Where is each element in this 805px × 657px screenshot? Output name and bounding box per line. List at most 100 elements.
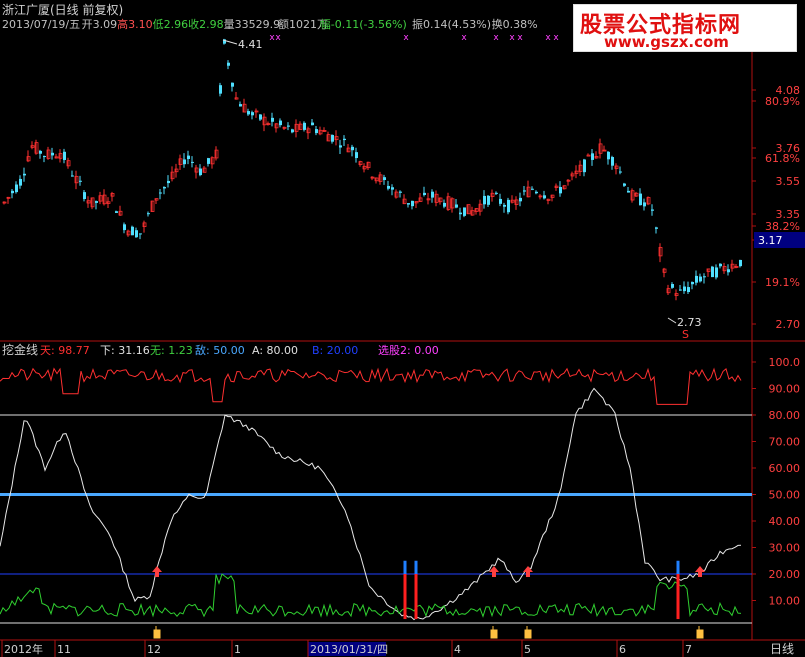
candle-up bbox=[586, 154, 591, 157]
header-quote-item: 2013/07/19/五 bbox=[2, 18, 80, 31]
indicator-axis-label: 100.0 bbox=[769, 356, 801, 369]
price-axis-label: 80.9% bbox=[765, 95, 800, 108]
candle-down bbox=[159, 192, 162, 194]
candle-down bbox=[715, 267, 718, 278]
indicator-axis-label: 70.00 bbox=[769, 436, 801, 449]
candle-down bbox=[95, 201, 98, 203]
indicator-name: 挖金线 bbox=[2, 342, 38, 357]
header-quote-item: 低2.96 bbox=[153, 18, 189, 31]
candle-down bbox=[703, 276, 706, 278]
sell-signal-marker: S bbox=[682, 328, 689, 341]
date-axis-label: 12 bbox=[147, 643, 161, 656]
date-axis-label: 6 bbox=[619, 643, 626, 656]
candle-down bbox=[287, 125, 290, 127]
candle-down bbox=[727, 269, 730, 273]
chart-title: 浙江广厦(日线 前复权) bbox=[2, 2, 123, 17]
signal-x-mark: x bbox=[517, 33, 523, 43]
candle-down bbox=[607, 151, 610, 160]
indicator-legend-item: 天: 98.77 bbox=[40, 344, 90, 357]
candle-down bbox=[219, 85, 222, 94]
watermark: 股票公式指标网 www.gszx.com bbox=[573, 4, 797, 52]
candle-down bbox=[619, 171, 622, 173]
candle-down bbox=[291, 129, 294, 133]
candle-down bbox=[383, 177, 386, 181]
candle-down bbox=[139, 233, 142, 235]
period-label: 日线 bbox=[770, 642, 794, 656]
candle-down bbox=[711, 266, 714, 278]
signal-x-mark: x bbox=[545, 33, 551, 43]
candle-down bbox=[79, 180, 82, 182]
candle-down bbox=[671, 284, 674, 288]
header-quote-item: 开3.09 bbox=[82, 18, 118, 31]
candle-down bbox=[343, 138, 346, 141]
watermark-url: www.gszx.com bbox=[604, 33, 729, 51]
current-price-label: 3.17 bbox=[758, 234, 783, 247]
low-marker-line bbox=[667, 317, 677, 324]
stock-chart[interactable]: 浙江广厦(日线 前复权)2013/07/19/五 开3.09 高3.10 低2.96 收… bbox=[0, 0, 805, 657]
candle-down bbox=[611, 157, 614, 166]
candle-down bbox=[355, 152, 358, 159]
candle-down bbox=[231, 82, 234, 87]
candle-down bbox=[399, 191, 402, 193]
buy-arrow-icon bbox=[695, 566, 705, 578]
candle-down bbox=[699, 276, 702, 282]
candle-down bbox=[239, 104, 242, 107]
date-axis-label: 7 bbox=[685, 643, 692, 656]
candle-down bbox=[411, 200, 414, 207]
line-xia bbox=[0, 387, 742, 621]
candle-down bbox=[463, 207, 466, 216]
candle-down bbox=[199, 168, 202, 176]
candle-down bbox=[543, 195, 546, 199]
indicator-axis-label: 80.00 bbox=[769, 409, 801, 422]
candle-down bbox=[351, 146, 354, 151]
candle-down bbox=[391, 187, 394, 190]
candle-down bbox=[339, 145, 342, 148]
candle-down bbox=[251, 112, 254, 116]
candle-down bbox=[207, 158, 210, 164]
price-axis-label: 3.55 bbox=[776, 175, 801, 188]
indicator-axis-label: 90.00 bbox=[769, 383, 801, 396]
indicator-legend-item: B: 20.00 bbox=[312, 344, 358, 357]
candle-down bbox=[583, 159, 586, 173]
date-axis-label: 5 bbox=[524, 643, 531, 656]
candle-down bbox=[387, 185, 390, 189]
candle-down bbox=[43, 156, 46, 158]
candle-down bbox=[71, 175, 74, 177]
candle-down bbox=[147, 213, 150, 215]
indicator-legend-item: 敌: 50.00 bbox=[195, 343, 245, 357]
candle-down bbox=[503, 204, 506, 207]
candle-down bbox=[39, 150, 42, 154]
header-quote-item: 收2.98 bbox=[188, 17, 224, 31]
candle-down bbox=[459, 212, 462, 215]
candle-down bbox=[303, 122, 306, 130]
candle-down bbox=[651, 209, 654, 211]
low-price-label: 2.73 bbox=[677, 316, 702, 329]
candle-down bbox=[19, 178, 22, 186]
candle-down bbox=[507, 199, 510, 213]
buy-arrow-icon bbox=[152, 566, 162, 578]
date-axis-label: 1 bbox=[234, 643, 241, 656]
candle-down bbox=[83, 192, 86, 200]
candle-down bbox=[523, 190, 526, 192]
indicator-legend-item: 下: 31.16 bbox=[100, 344, 150, 357]
candle-down bbox=[331, 134, 334, 142]
candle-down bbox=[495, 192, 498, 194]
date-axis-label: 11 bbox=[57, 643, 71, 656]
candle-down bbox=[407, 203, 410, 205]
hand-pointer-icon bbox=[490, 626, 498, 639]
header-quote-item: 振0.14(4.53%) bbox=[412, 17, 491, 31]
date-axis-label: 2013/01/31/四 bbox=[310, 643, 388, 656]
candle-down bbox=[499, 198, 502, 204]
indicator-axis-label: 50.00 bbox=[769, 489, 801, 502]
date-axis-label: 4 bbox=[454, 643, 461, 656]
line-wu bbox=[0, 573, 742, 618]
candle-down bbox=[695, 275, 698, 283]
candle-down bbox=[679, 289, 682, 291]
candle-down bbox=[271, 117, 274, 122]
header-quote-item: 量33529.9 bbox=[224, 18, 281, 31]
candle-down bbox=[259, 114, 262, 120]
indicator-axis-label: 10.00 bbox=[769, 595, 801, 608]
candle-down bbox=[311, 122, 314, 126]
indicator-axis-label: 60.00 bbox=[769, 462, 801, 475]
candle-down bbox=[315, 129, 318, 134]
